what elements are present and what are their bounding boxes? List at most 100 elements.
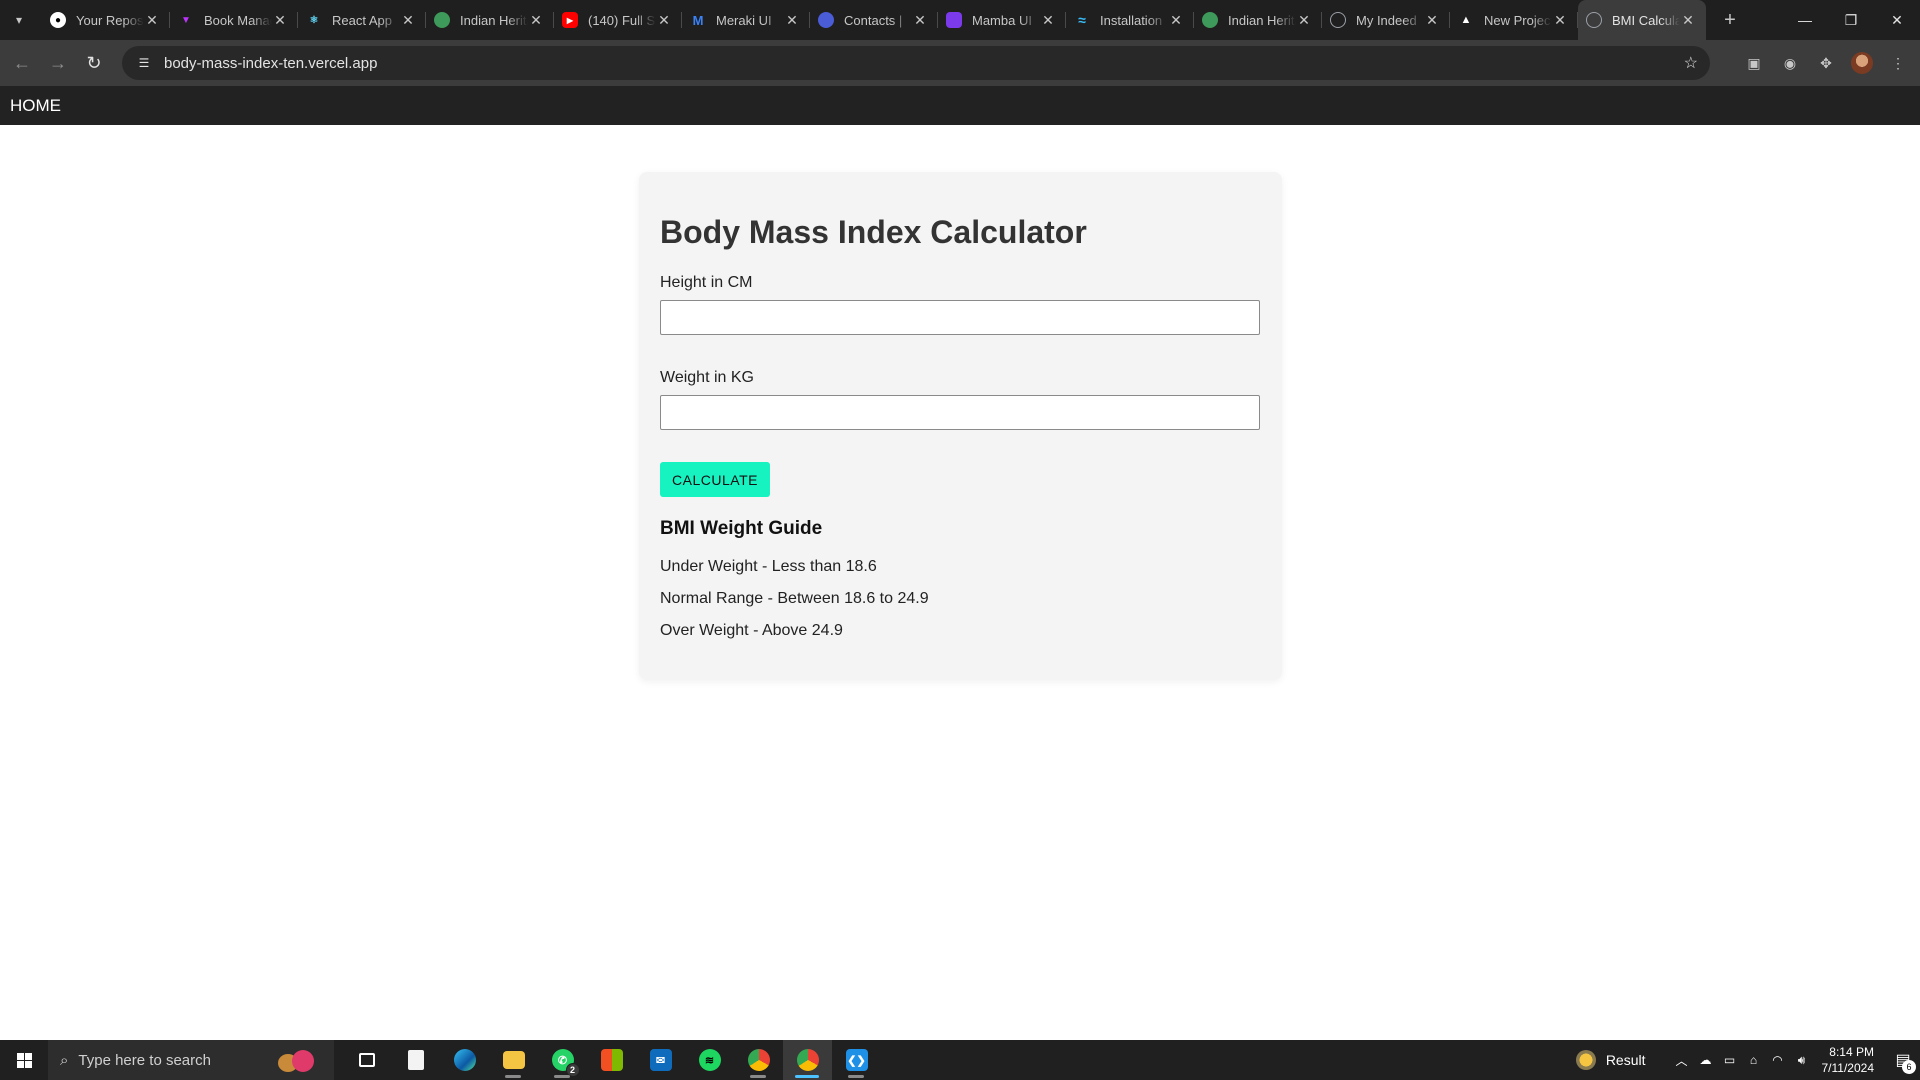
tab-list: ● Your Repositories ✕ ▼ Book Management … [42,0,1706,40]
reload-button[interactable]: ↻ [76,45,112,81]
tab-title: Indian Heritage [460,12,528,28]
bookmark-star-icon[interactable]: ☆ [1684,53,1698,73]
height-input[interactable] [660,300,1260,335]
extension-icon[interactable]: ▣ [1736,45,1772,81]
close-icon[interactable]: ✕ [1680,12,1696,29]
tab[interactable]: ▲ New Project ✕ [1450,0,1578,40]
close-icon[interactable]: ✕ [912,12,928,29]
tab-title: Installation [1100,12,1163,28]
react-icon: ⚛ [309,14,319,26]
tab[interactable]: Contacts | ✕ [810,0,938,40]
close-icon[interactable]: ✕ [1424,12,1440,29]
tab[interactable]: ● Your Repositories ✕ [42,0,170,40]
close-icon[interactable]: ✕ [400,12,416,29]
close-icon[interactable]: ✕ [1040,12,1056,29]
restore-button[interactable]: ❐ [1828,0,1874,40]
windows-taskbar: ⌕ Type here to search ✆ 2 ✉ ≋ ❮❯ Result ︿… [0,1040,1920,1080]
close-icon[interactable]: ✕ [1552,12,1568,29]
browser-toolbar: ← → ↻ ☰ body-mass-index-ten.vercel.app ☆… [0,40,1920,86]
tab[interactable]: Mamba UI ✕ [938,0,1066,40]
folder-icon [502,1051,525,1069]
task-view-button[interactable] [342,1040,391,1080]
tab[interactable]: M Meraki UI ✕ [682,0,810,40]
globe-icon [1202,12,1218,28]
close-icon[interactable]: ✕ [528,12,544,29]
tab-title: Mamba UI [972,12,1032,28]
globe-icon [434,12,450,28]
back-button[interactable]: ← [4,45,40,81]
extension-icon[interactable]: ◉ [1772,45,1808,81]
new-tab-button[interactable]: + [1716,6,1744,34]
taskbar-app-whatsapp[interactable]: ✆ 2 [538,1040,587,1080]
close-icon[interactable]: ✕ [272,12,288,29]
tab[interactable]: Indian Heritage ✕ [1194,0,1322,40]
taskbar-app-notepad[interactable] [391,1040,440,1080]
youtube-icon: ▶ [562,12,578,28]
edge-icon [453,1049,476,1071]
vscode-icon: ❮❯ [845,1049,868,1071]
wifi-icon[interactable]: ◠ [1766,1053,1790,1067]
close-icon[interactable]: ✕ [1168,12,1184,29]
weight-input[interactable] [660,395,1260,430]
close-icon[interactable]: ✕ [656,12,672,29]
chrome-icon [747,1049,770,1071]
url-text[interactable]: body-mass-index-ten.vercel.app [164,55,377,72]
tab-search-button[interactable]: ▾ [6,7,32,33]
taskbar-apps: ✆ 2 ✉ ≋ ❮❯ [342,1040,881,1080]
contacts-icon [818,12,834,28]
close-icon[interactable]: ✕ [144,12,160,29]
taskbar-app-store[interactable] [587,1040,636,1080]
address-bar[interactable]: ☰ body-mass-index-ten.vercel.app ☆ [122,46,1710,80]
taskbar-app-chrome-profile[interactable] [734,1040,783,1080]
tab-title: New Project [1484,12,1552,28]
weather-widget[interactable]: Result [1575,1050,1646,1070]
minimize-button[interactable]: — [1782,0,1828,40]
search-highlight-icon [276,1048,318,1074]
close-icon[interactable]: ✕ [1296,12,1312,29]
home-link[interactable]: HOME [10,96,61,116]
chrome-icon [796,1049,819,1071]
system-tray: Result ︿ ☁ ▭ ⌂ ◠ 🔊︎ 8:14 PM 7/11/2024 ▤ … [1575,1040,1920,1080]
notification-center-button[interactable]: ▤ 6 [1886,1040,1920,1080]
forward-button[interactable]: → [40,45,76,81]
taskbar-search-box[interactable]: ⌕ Type here to search [48,1040,334,1080]
calculate-button[interactable]: CALCULATE [660,462,770,497]
tab[interactable]: ▼ Book Management ✕ [170,0,298,40]
notepad-icon [407,1050,424,1070]
mamba-icon [946,12,962,28]
globe-icon [1586,12,1602,28]
close-window-button[interactable]: ✕ [1874,0,1920,40]
tab-title: React App [332,12,392,28]
tab[interactable]: ⚛ React App ✕ [298,0,426,40]
profile-avatar[interactable] [1844,45,1880,81]
onedrive-icon[interactable]: ☁ [1694,1053,1718,1067]
tab[interactable]: Indian Heritage ✕ [426,0,554,40]
taskbar-app-vscode[interactable]: ❮❯ [832,1040,881,1080]
taskbar-app-chrome[interactable] [783,1040,832,1080]
vercel-icon: ▲ [1460,14,1472,26]
chevron-up-icon[interactable]: ︿ [1670,1052,1694,1069]
battery-icon[interactable]: ▭ [1718,1053,1742,1067]
volume-icon[interactable]: 🔊︎ [1790,1053,1814,1068]
page-title: Body Mass Index Calculator [660,214,1087,250]
close-icon[interactable]: ✕ [784,12,800,29]
notification-count: 6 [1902,1060,1916,1074]
taskbar-app-file-explorer[interactable] [489,1040,538,1080]
taskbar-app-mail[interactable]: ✉ [636,1040,685,1080]
tab-active[interactable]: BMI Calculator ✕ [1578,0,1706,40]
site-info-icon[interactable]: ☰ [130,56,158,70]
start-button[interactable] [0,1040,48,1080]
tab[interactable]: ≈ Installation ✕ [1066,0,1194,40]
clock[interactable]: 8:14 PM 7/11/2024 [1822,1044,1875,1076]
tab-title: Book Management [204,12,272,28]
weight-label: Weight in KG [660,369,754,386]
tab[interactable]: ▶ (140) Full Stack ✕ [554,0,682,40]
taskbar-app-spotify[interactable]: ≋ [685,1040,734,1080]
extensions-puzzle-icon[interactable]: ✥ [1808,45,1844,81]
kebab-menu-icon[interactable]: ⋮ [1880,45,1916,81]
taskbar-app-edge[interactable] [440,1040,489,1080]
guide-item-normal: Normal Range - Between 18.6 to 24.9 [660,590,929,607]
meet-now-icon[interactable]: ⌂ [1742,1053,1766,1067]
tab[interactable]: My Indeed ✕ [1322,0,1450,40]
weather-label: Result [1605,1052,1646,1068]
